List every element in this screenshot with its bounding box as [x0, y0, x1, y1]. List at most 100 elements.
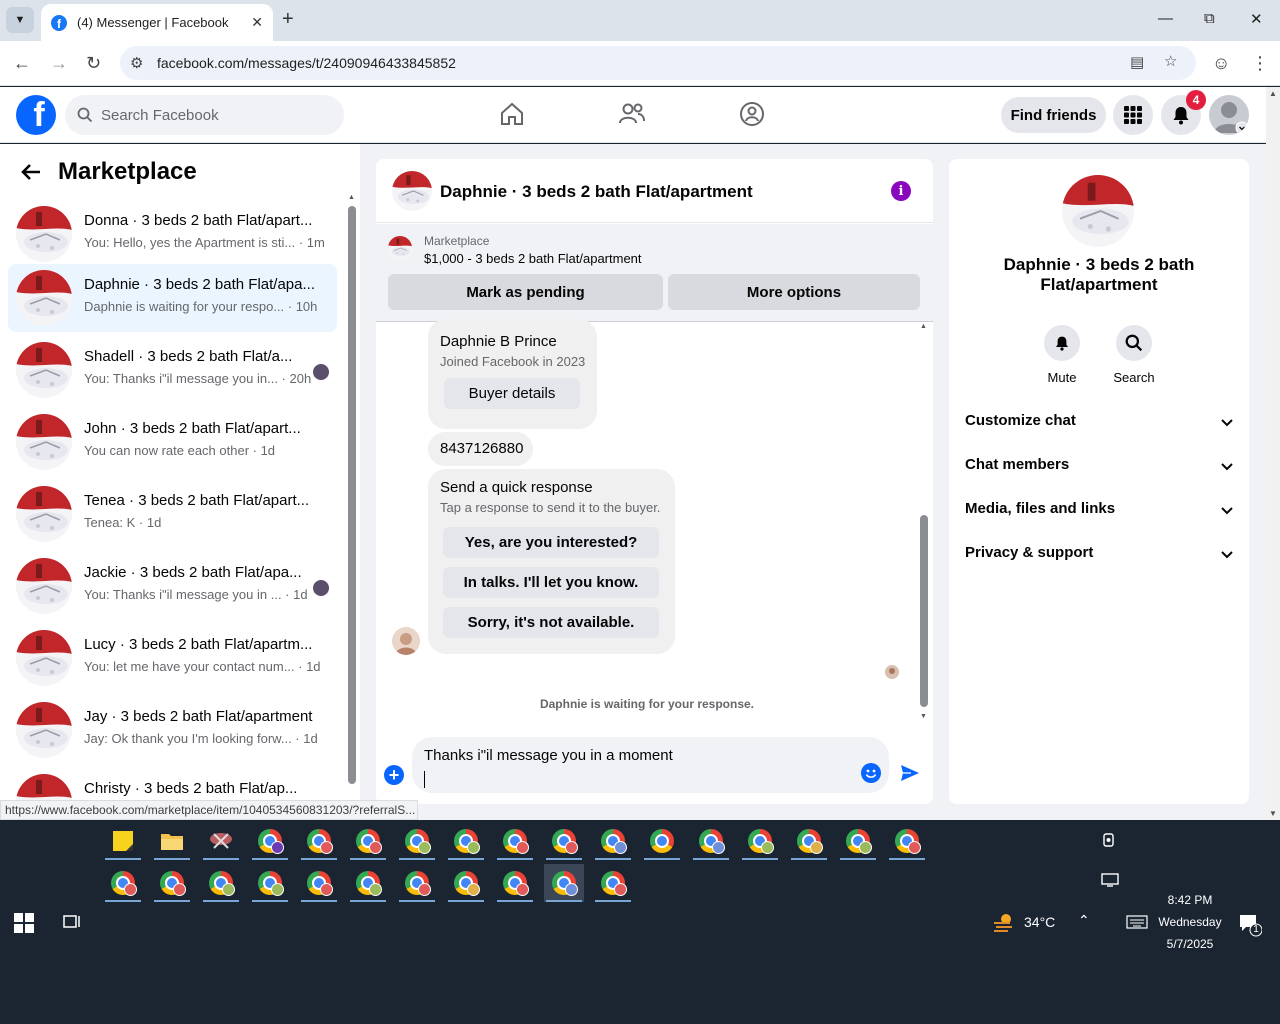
chrome-icon[interactable] — [250, 822, 290, 860]
snipping-tool-icon[interactable] — [201, 822, 241, 860]
buyer-details-button[interactable]: Buyer details — [444, 378, 580, 409]
chrome-icon[interactable] — [838, 822, 878, 860]
conversation-item[interactable]: Daphnie · 3 beds 2 bath Flat/apa... Daphn… — [8, 264, 337, 332]
conversation-item[interactable]: Lucy · 3 beds 2 bath Flat/apartm... You: … — [8, 624, 337, 692]
omnibox[interactable]: ⚙ facebook.com/messages/t/24090946433845… — [120, 46, 1196, 80]
chrome-icon[interactable] — [250, 864, 290, 902]
chat-members-row[interactable]: Chat members — [965, 456, 1233, 480]
chrome-icon[interactable] — [544, 864, 584, 902]
emoji-icon[interactable] — [861, 763, 881, 783]
media-files-links-row[interactable]: Media, files and links — [965, 500, 1233, 524]
close-tab-icon[interactable]: ✕ — [251, 14, 263, 31]
conversation-item[interactable]: Donna · 3 beds 2 bath Flat/apart... You: … — [8, 200, 337, 268]
message-input[interactable]: Thanks i"il message you in a moment — [412, 737, 889, 793]
sender-avatar[interactable] — [392, 627, 420, 655]
clock-day[interactable]: Wednesday — [1156, 915, 1224, 929]
privacy-support-row[interactable]: Privacy & support — [965, 544, 1233, 568]
forward-icon[interactable]: → — [50, 53, 68, 74]
friends-icon[interactable] — [617, 99, 647, 129]
bookmark-star-icon[interactable]: ☆ — [1164, 52, 1177, 70]
clock-date[interactable]: 5/7/2025 — [1156, 937, 1224, 951]
chrome-icon[interactable] — [446, 864, 486, 902]
listing-price[interactable]: $1,000 - 3 beds 2 bath Flat/apartment — [424, 251, 642, 266]
windows-start-icon[interactable] — [14, 913, 34, 938]
chrome-icon[interactable] — [299, 864, 339, 902]
reload-icon[interactable]: ↻ — [86, 53, 101, 74]
chevron-up-icon[interactable]: ⌃ — [1078, 912, 1090, 929]
mute-action[interactable]: Mute — [1032, 325, 1092, 385]
file-explorer-icon[interactable] — [152, 822, 192, 860]
conversation-item[interactable]: Shadell · 3 beds 2 bath Flat/a... You: Th… — [8, 336, 337, 404]
listing-large-thumbnail[interactable] — [1062, 175, 1134, 247]
chat-title[interactable]: Daphnie · 3 beds 2 bath Flat/apartment — [440, 182, 753, 202]
conversation-item[interactable]: Tenea · 3 beds 2 bath Flat/apart... Tenea… — [8, 480, 337, 548]
chrome-icon[interactable] — [642, 822, 682, 860]
conversation-item[interactable]: Jay · 3 beds 2 bath Flat/apartment Jay: O… — [8, 696, 337, 764]
back-icon[interactable]: ← — [13, 53, 31, 74]
plus-icon[interactable]: + — [384, 765, 404, 785]
chrome-icon[interactable] — [495, 864, 535, 902]
chrome-icon[interactable] — [446, 822, 486, 860]
menu-kebab-icon[interactable]: ⋮ — [1251, 53, 1269, 74]
send-icon[interactable] — [900, 763, 920, 788]
minimize-icon[interactable]: — — [1158, 10, 1173, 27]
conversation-item[interactable]: Jackie · 3 beds 2 bath Flat/apa... You: T… — [8, 552, 337, 620]
temperature[interactable]: 34°C — [1024, 914, 1055, 930]
menu-grid-icon[interactable] — [1113, 95, 1153, 135]
chrome-icon[interactable] — [397, 822, 437, 860]
notification-badge: 4 — [1186, 90, 1206, 110]
clock-time[interactable]: 8:42 PM — [1156, 893, 1224, 907]
search-action[interactable]: Search — [1104, 325, 1164, 385]
chrome-icon[interactable] — [691, 822, 731, 860]
task-view-icon[interactable] — [62, 913, 82, 936]
chrome-icon[interactable] — [495, 822, 535, 860]
facebook-logo-icon[interactable]: f — [16, 95, 56, 135]
chrome-icon[interactable] — [397, 864, 437, 902]
chrome-icon[interactable] — [152, 864, 192, 902]
find-friends-button[interactable]: Find friends — [1001, 97, 1106, 133]
display-icon[interactable] — [1101, 872, 1119, 893]
keyboard-icon[interactable] — [1126, 915, 1148, 934]
tab-search-dropdown[interactable]: ▼ — [6, 7, 34, 33]
chrome-icon[interactable] — [593, 822, 633, 860]
meet-now-icon[interactable] — [1101, 832, 1117, 853]
more-options-button[interactable]: More options — [668, 274, 920, 310]
conversation-scrollbar[interactable]: ▲ — [347, 194, 357, 790]
quick-response-button[interactable]: Sorry, it's not available. — [443, 607, 659, 638]
close-window-icon[interactable]: ✕ — [1250, 10, 1263, 28]
quick-response-button[interactable]: In talks. I'll let you know. — [443, 567, 659, 598]
chrome-icon[interactable] — [887, 822, 927, 860]
profile-icon[interactable]: ☺ — [1212, 53, 1230, 74]
page-scrollbar[interactable]: ▲ ▼ — [1266, 87, 1280, 820]
chrome-icon[interactable] — [348, 822, 388, 860]
chrome-icon[interactable] — [103, 864, 143, 902]
groups-icon[interactable] — [737, 99, 767, 129]
chat-scrollbar[interactable]: ▲ ▼ — [917, 323, 931, 720]
new-tab-icon[interactable]: + — [282, 8, 294, 31]
chrome-icon[interactable] — [348, 864, 388, 902]
restore-icon[interactable]: ⧉ — [1204, 10, 1215, 27]
listing-thumbnail[interactable] — [392, 171, 432, 211]
profile-avatar[interactable] — [1209, 95, 1249, 135]
chrome-icon[interactable] — [544, 822, 584, 860]
conversation-item[interactable]: John · 3 beds 2 bath Flat/apart... You ca… — [8, 408, 337, 476]
chrome-icon[interactable] — [740, 822, 780, 860]
install-app-icon[interactable]: ▤ — [1130, 53, 1144, 71]
back-arrow-icon[interactable] — [20, 163, 42, 181]
sticky-notes-icon[interactable] — [103, 822, 143, 860]
facebook-search-input[interactable]: Search Facebook — [65, 95, 344, 135]
mark-as-pending-button[interactable]: Mark as pending — [388, 274, 663, 310]
chrome-icon[interactable] — [593, 864, 633, 902]
weather-icon[interactable] — [992, 911, 1016, 938]
conversation-preview: You: Thanks i"il message you in ... · 1d — [84, 587, 308, 602]
customize-chat-row[interactable]: Customize chat — [965, 412, 1233, 436]
conversation-name: Donna · 3 beds 2 bath Flat/apart... — [84, 212, 313, 229]
chrome-icon[interactable] — [789, 822, 829, 860]
quick-response-button[interactable]: Yes, are you interested? — [443, 527, 659, 558]
home-icon[interactable] — [497, 99, 527, 129]
info-icon[interactable]: i — [891, 181, 911, 201]
chrome-icon[interactable] — [201, 864, 241, 902]
site-settings-icon[interactable]: ⚙ — [130, 54, 143, 72]
chrome-icon[interactable] — [299, 822, 339, 860]
browser-tab[interactable]: f (4) Messenger | Facebook ✕ — [41, 4, 273, 41]
